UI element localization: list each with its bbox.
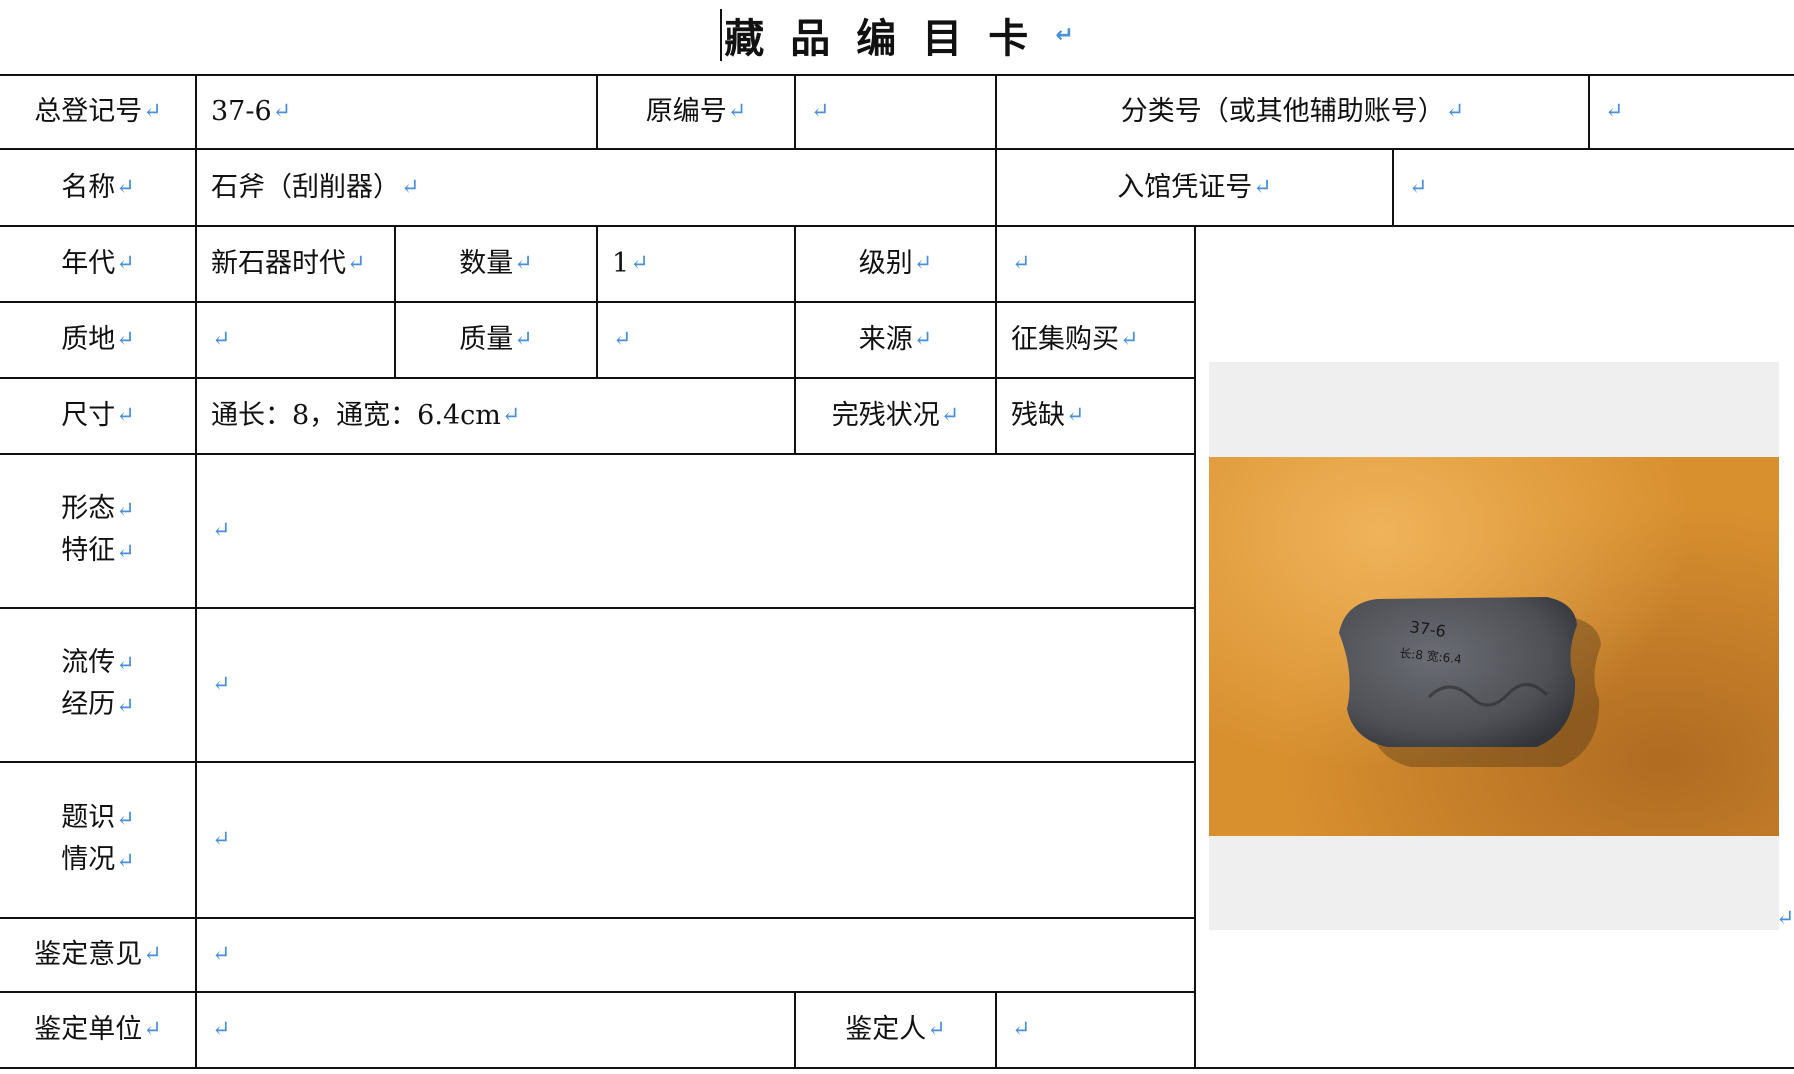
name-label: 名称 ↵: [0, 150, 196, 225]
enter-mark: ↵: [143, 942, 162, 967]
provenance-value[interactable]: ↵: [197, 609, 1194, 761]
voucher-no-value[interactable]: ↵: [1394, 150, 1794, 225]
material-value[interactable]: ↵: [197, 303, 394, 377]
enter-mark: ↵: [212, 1017, 231, 1042]
source-value[interactable]: 征集购买 ↵: [997, 303, 1194, 377]
mass-label: 质量 ↵: [396, 303, 596, 377]
enter-mark: ↵: [613, 327, 632, 352]
table-line: [0, 1067, 1794, 1069]
enter-mark: ↵: [501, 403, 521, 428]
enter-mark: ↵: [116, 174, 135, 200]
enter-mark: ↵: [116, 652, 135, 677]
original-no-value[interactable]: ↵: [796, 76, 995, 148]
enter-mark: ↵: [1253, 174, 1272, 200]
era-value[interactable]: 新石器时代 ↵: [197, 227, 394, 301]
enter-mark: ↵: [143, 1017, 162, 1042]
inscription-label: 题识↵ 情况↵: [61, 802, 135, 875]
enter-mark: ↵: [1012, 1017, 1031, 1042]
card-title: 藏品编目卡 ↵: [0, 0, 1794, 70]
size-value[interactable]: 通长：8，通宽：6.4cm ↵: [197, 379, 794, 453]
enter-mark: ↵: [514, 327, 533, 352]
stone-axe-image: 37-6 长:8 宽:6.4: [1339, 597, 1601, 767]
enter-mark: ↵: [212, 827, 231, 852]
enter-mark: ↵: [1445, 99, 1465, 124]
appraisal-value[interactable]: ↵: [197, 919, 1194, 991]
enter-mark: ↵: [212, 327, 231, 352]
source-label: 来源 ↵: [796, 303, 995, 377]
enter-mark: ↵: [1066, 403, 1085, 428]
form-value[interactable]: ↵: [197, 455, 1194, 607]
enter-mark: ↵: [347, 251, 366, 276]
enter-mark: ↵: [1409, 174, 1428, 200]
enter-mark: ↵: [514, 251, 533, 276]
voucher-no-label: 入馆凭证号 ↵: [997, 150, 1392, 225]
enter-mark: ↵: [1776, 906, 1794, 931]
table-line: [1194, 225, 1196, 1069]
class-no-value[interactable]: ↵: [1590, 76, 1794, 148]
enter-mark: ↵: [1120, 327, 1139, 352]
enter-mark: ↵: [1055, 22, 1074, 48]
mass-value[interactable]: ↵: [598, 303, 794, 377]
enter-mark: ↵: [116, 498, 135, 523]
card-title-text: 藏品编目卡: [724, 16, 1055, 62]
text-cursor: [720, 9, 723, 61]
condition-label: 完残状况 ↵: [796, 379, 995, 453]
grade-value[interactable]: ↵: [997, 227, 1194, 301]
enter-mark: ↵: [727, 99, 747, 124]
enter-mark: ↵: [212, 518, 231, 543]
inscription-value[interactable]: ↵: [197, 763, 1194, 917]
enter-mark: ↵: [212, 672, 231, 697]
quantity-label: 数量 ↵: [396, 227, 596, 301]
enter-mark: ↵: [116, 327, 135, 352]
total-reg-no-value[interactable]: 37-6 ↵: [197, 76, 596, 148]
enter-mark: ↵: [1605, 99, 1624, 124]
material-label: 质地 ↵: [0, 303, 196, 377]
appraiser-label: 鉴定人 ↵: [796, 993, 995, 1067]
stone-body: [1339, 597, 1577, 747]
total-reg-no-label: 总登记号 ↵: [0, 76, 196, 148]
enter-mark: ↵: [116, 403, 135, 428]
enter-mark: ↵: [116, 694, 135, 719]
appraisal-org-value[interactable]: ↵: [197, 993, 794, 1067]
original-no-label: 原编号 ↵: [598, 76, 794, 148]
enter-mark: ↵: [811, 99, 830, 124]
enter-mark: ↵: [143, 99, 162, 124]
condition-value[interactable]: 残缺 ↵: [997, 379, 1194, 453]
enter-mark: ↵: [630, 251, 649, 276]
appraiser-value[interactable]: ↵: [997, 993, 1194, 1067]
enter-mark: ↵: [1012, 251, 1031, 276]
enter-mark: ↵: [116, 540, 135, 565]
era-label: 年代 ↵: [0, 227, 196, 301]
name-value[interactable]: 石斧（刮削器） ↵: [197, 150, 995, 225]
provenance-label: 流传↵ 经历↵: [61, 647, 135, 720]
artifact-photo[interactable]: 37-6 长:8 宽:6.4: [1209, 457, 1779, 836]
appraisal-org-label: 鉴定单位 ↵: [0, 993, 196, 1067]
enter-mark: ↵: [913, 251, 933, 276]
enter-mark: ↵: [212, 942, 231, 967]
enter-mark: ↵: [116, 251, 135, 276]
enter-mark: ↵: [272, 99, 292, 124]
form-label: 形态↵ 特征↵: [61, 493, 135, 566]
enter-mark: ↵: [940, 403, 960, 428]
appraisal-label: 鉴定意见 ↵: [0, 919, 196, 991]
enter-mark: ↵: [913, 327, 933, 352]
enter-mark: ↵: [401, 174, 420, 200]
class-no-label: 分类号（或其他辅助账号） ↵: [997, 76, 1588, 148]
enter-mark: ↵: [116, 807, 135, 832]
enter-mark: ↵: [927, 1017, 946, 1042]
quantity-value[interactable]: 1 ↵: [598, 227, 794, 301]
grade-label: 级别 ↵: [796, 227, 995, 301]
size-label: 尺寸 ↵: [0, 379, 196, 453]
enter-mark: ↵: [116, 849, 135, 874]
